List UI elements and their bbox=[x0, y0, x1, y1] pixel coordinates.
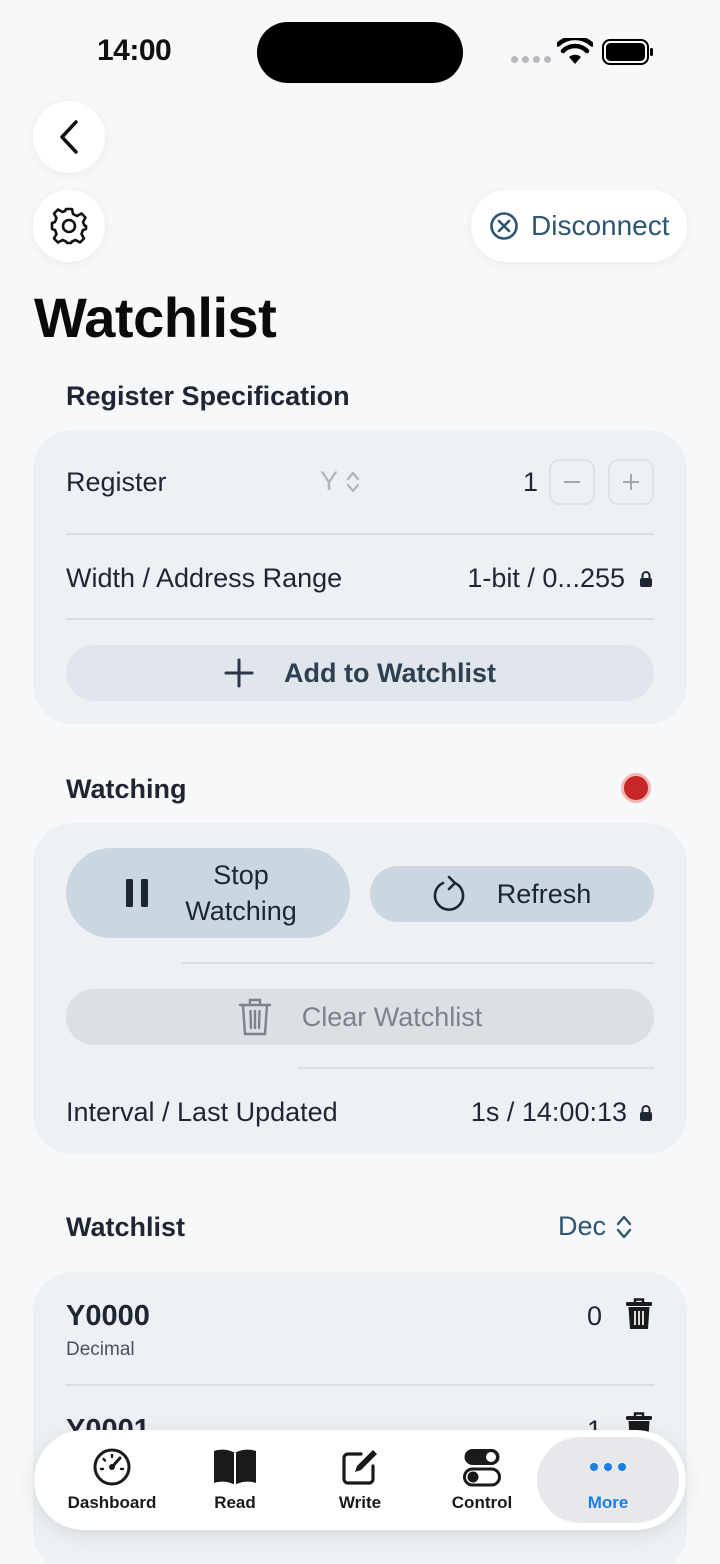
register-type-value: Y bbox=[320, 466, 339, 496]
stop-watching-label-line2: Watching bbox=[185, 896, 297, 926]
divider bbox=[66, 533, 654, 535]
minus-icon bbox=[564, 481, 580, 483]
register-number: 1 bbox=[523, 467, 539, 497]
tab-control-label: Control bbox=[451, 1493, 513, 1512]
interval-label: Interval / Last Updated bbox=[66, 1097, 338, 1127]
refresh-button[interactable]: Refresh bbox=[370, 866, 654, 922]
watchlist-heading: Watchlist bbox=[66, 1212, 186, 1242]
watching-status-indicator bbox=[621, 773, 651, 803]
lock-icon bbox=[640, 571, 652, 587]
tab-bar: Dashboard Read Write Control More bbox=[34, 1430, 686, 1530]
book-icon bbox=[214, 1449, 256, 1485]
tab-read-label: Read bbox=[214, 1493, 256, 1512]
gear-icon bbox=[50, 207, 88, 245]
tab-write[interactable]: Write bbox=[310, 1430, 410, 1530]
ellipsis-icon bbox=[590, 1463, 626, 1471]
wifi-icon bbox=[557, 38, 593, 64]
cellular-signal-icon bbox=[511, 56, 551, 63]
page-title: Watchlist bbox=[34, 286, 277, 349]
gauge-icon bbox=[93, 1448, 131, 1486]
disconnect-label: Disconnect bbox=[531, 210, 670, 241]
watch-item-value: 0 bbox=[587, 1301, 603, 1331]
register-spec-card: Register Y 1 Width / Address Range 1-bit… bbox=[33, 430, 687, 724]
refresh-label: Refresh bbox=[496, 878, 592, 909]
format-picker-value: Dec bbox=[558, 1211, 607, 1241]
watching-card: Stop Watching Refresh Clear Watchlist In… bbox=[33, 823, 687, 1154]
status-time: 14:00 bbox=[97, 34, 172, 67]
back-button[interactable] bbox=[33, 101, 105, 173]
chevron-updown-icon bbox=[346, 471, 360, 492]
plus-icon bbox=[224, 658, 254, 688]
decrement-button[interactable] bbox=[549, 459, 595, 505]
tab-dashboard-label: Dashboard bbox=[67, 1493, 157, 1512]
toggles-icon bbox=[463, 1449, 501, 1487]
plus-icon bbox=[623, 474, 639, 490]
settings-button[interactable] bbox=[33, 190, 105, 262]
divider bbox=[182, 962, 654, 964]
stop-watching-button[interactable]: Stop Watching bbox=[66, 848, 350, 938]
tab-more[interactable]: More bbox=[537, 1437, 679, 1523]
watch-item-format: Decimal bbox=[66, 1339, 135, 1360]
refresh-icon bbox=[433, 875, 465, 911]
interval-value: 1s / 14:00:13 bbox=[470, 1097, 627, 1127]
battery-icon bbox=[602, 39, 653, 65]
register-type-picker[interactable]: Y bbox=[320, 466, 360, 497]
tab-more-label: More bbox=[587, 1493, 629, 1512]
tab-dashboard[interactable]: Dashboard bbox=[52, 1430, 172, 1530]
increment-button[interactable] bbox=[608, 459, 654, 505]
format-picker[interactable]: Dec bbox=[558, 1211, 632, 1242]
stop-watching-label-line1: Stop bbox=[213, 860, 269, 890]
divider bbox=[298, 1067, 654, 1069]
clear-watchlist-button[interactable]: Clear Watchlist bbox=[66, 989, 654, 1045]
chevron-updown-icon bbox=[616, 1215, 632, 1238]
disconnect-button[interactable]: Disconnect bbox=[471, 190, 687, 262]
pause-icon bbox=[126, 879, 148, 907]
dynamic-island bbox=[257, 22, 463, 83]
add-to-watchlist-button[interactable]: Add to Watchlist bbox=[66, 645, 654, 701]
width-range-value: 1-bit / 0...255 bbox=[467, 563, 625, 593]
watch-item-name: Y0000 bbox=[66, 1300, 150, 1332]
width-range-label: Width / Address Range bbox=[66, 563, 343, 593]
trash-icon bbox=[238, 998, 271, 1036]
register-spec-heading: Register Specification bbox=[66, 381, 350, 411]
tab-control[interactable]: Control bbox=[432, 1430, 532, 1530]
trash-icon[interactable] bbox=[626, 1298, 652, 1330]
close-circle-icon bbox=[490, 212, 518, 240]
watchlist-row[interactable]: Y0000 Decimal 0 bbox=[33, 1272, 687, 1385]
tab-write-label: Write bbox=[338, 1493, 382, 1512]
lock-icon bbox=[640, 1105, 652, 1121]
tab-read[interactable]: Read bbox=[185, 1430, 285, 1530]
divider bbox=[66, 618, 654, 620]
add-to-watchlist-label: Add to Watchlist bbox=[284, 657, 496, 688]
watching-heading: Watching bbox=[66, 774, 187, 804]
register-label: Register bbox=[66, 467, 167, 497]
chevron-left-icon bbox=[60, 120, 78, 154]
compose-icon bbox=[342, 1450, 377, 1485]
clear-watchlist-label: Clear Watchlist bbox=[301, 1001, 483, 1032]
